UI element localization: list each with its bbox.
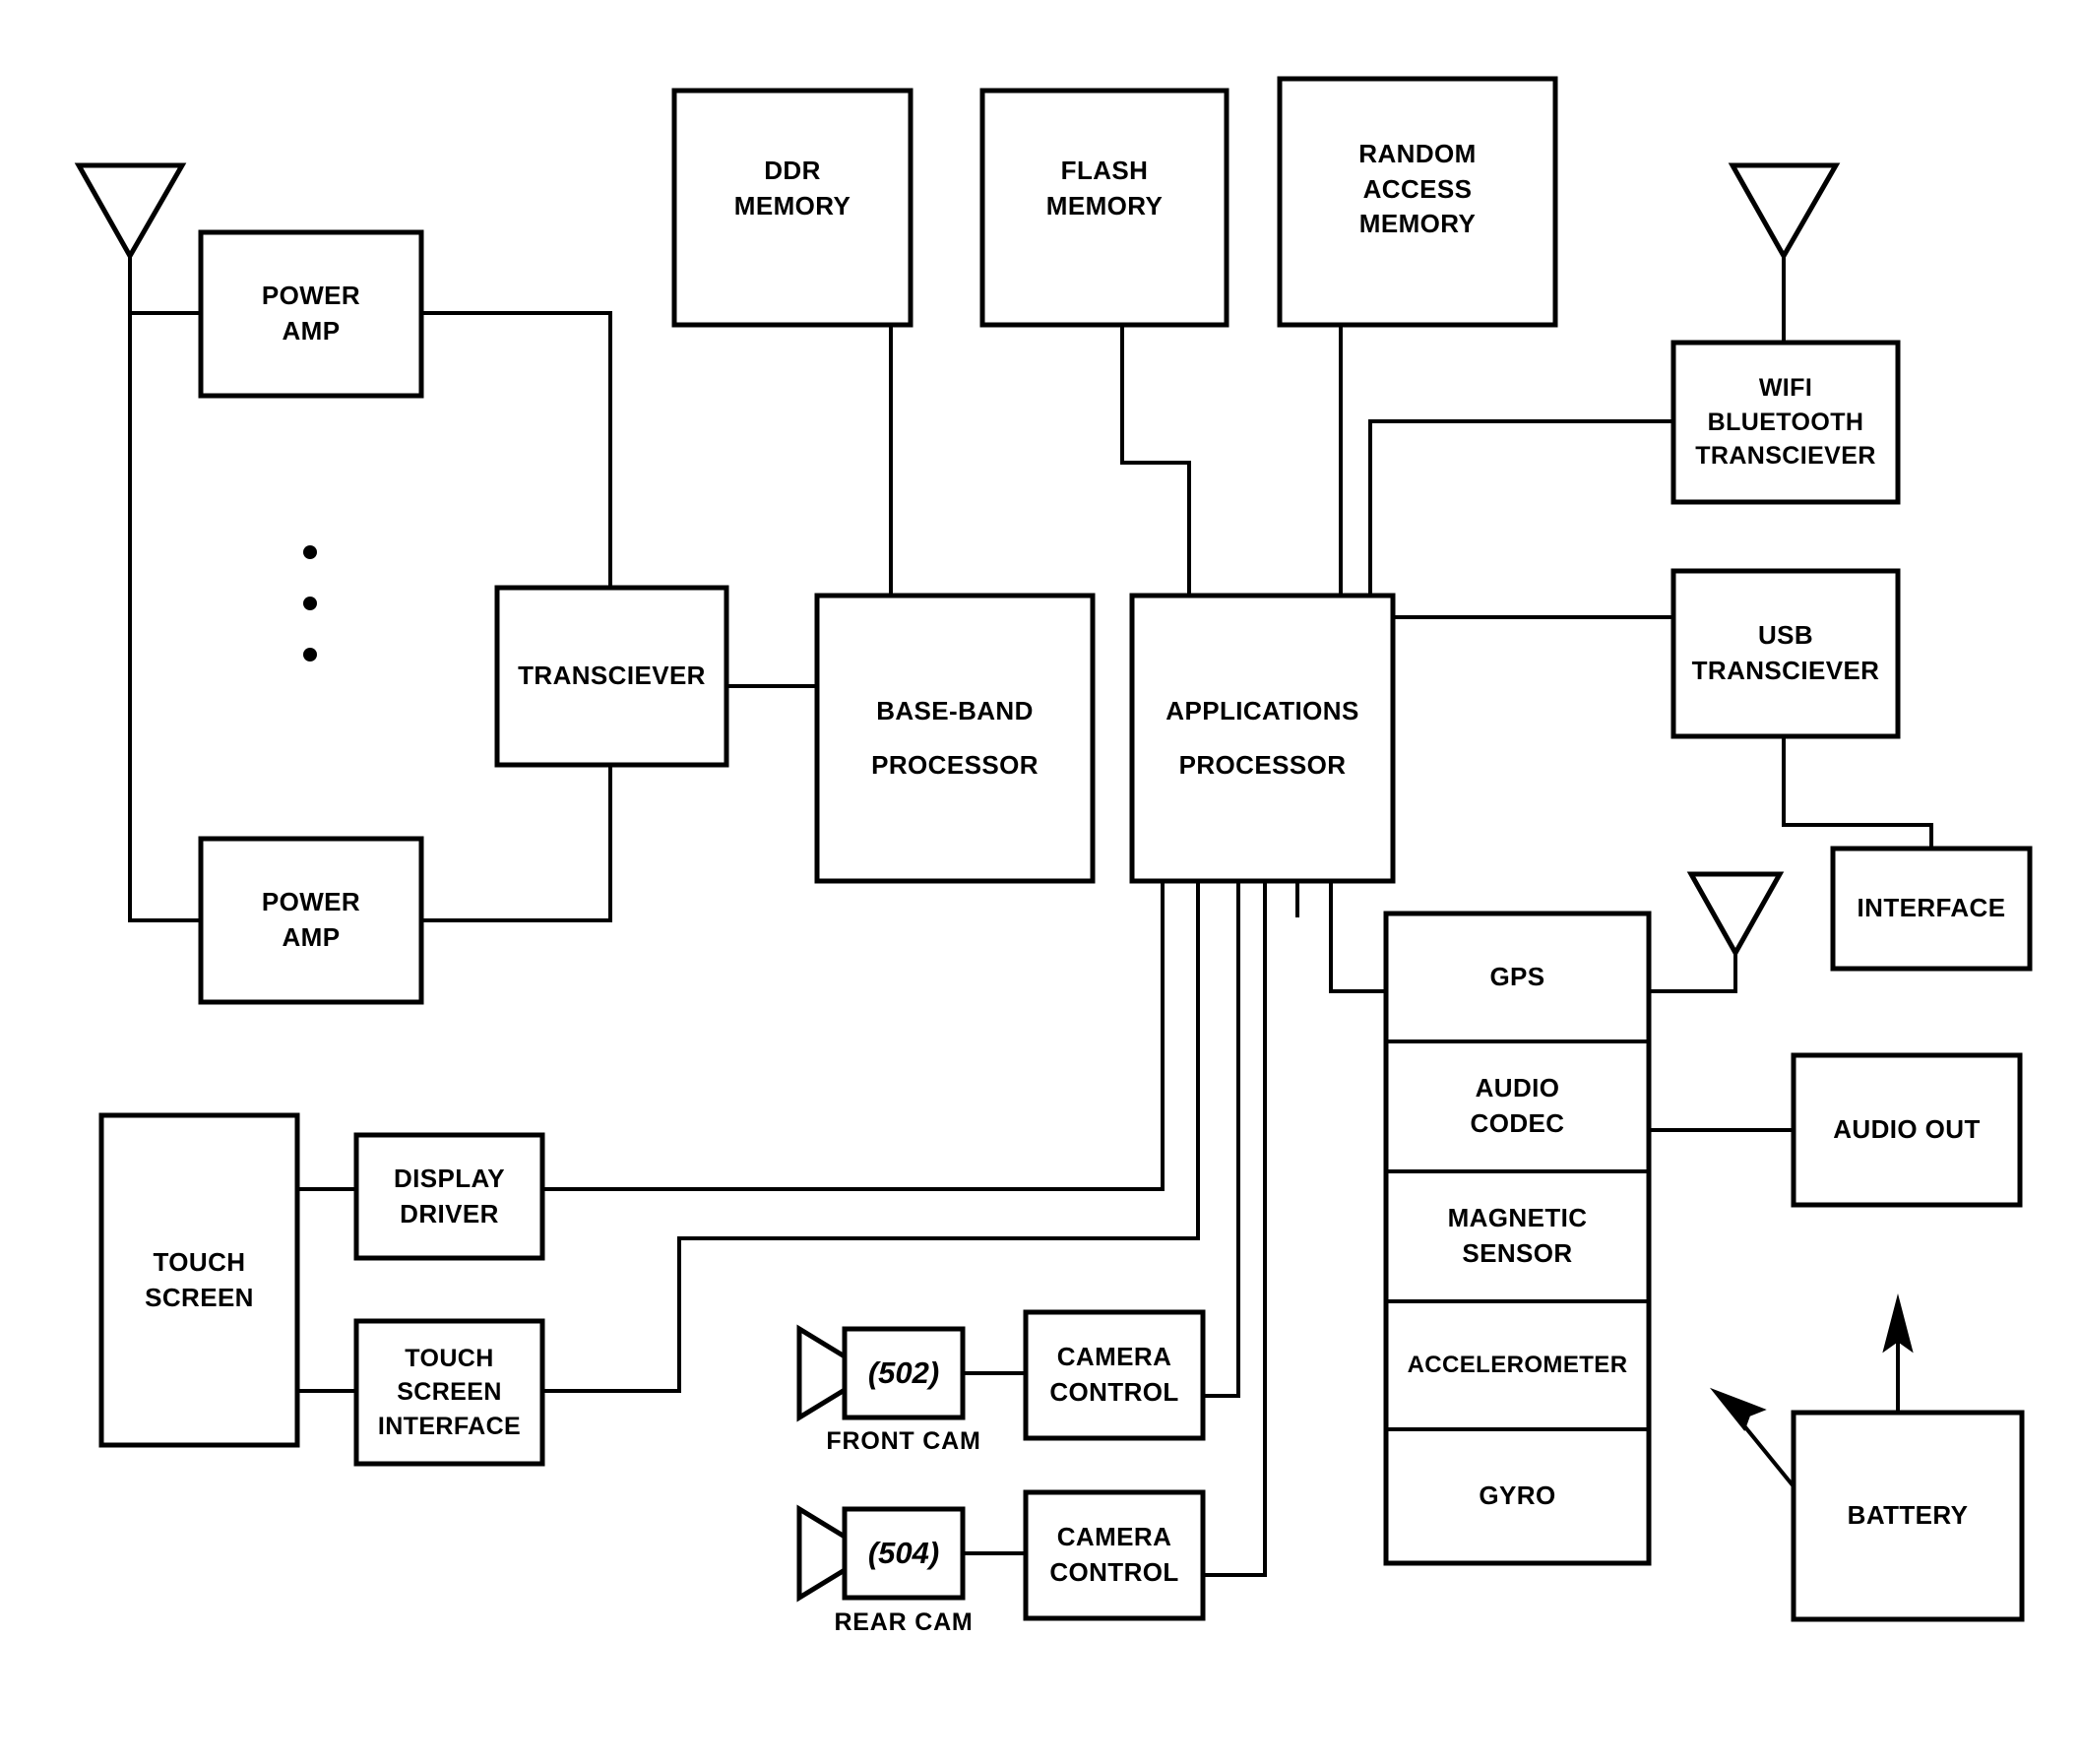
box-applications-processor[interactable] <box>1129 593 1396 884</box>
box-power-amp-bottom[interactable] <box>198 836 424 1005</box>
box-usb-transceiver[interactable] <box>1670 568 1901 739</box>
box-flash-memory[interactable] <box>979 88 1229 328</box>
box-display-driver[interactable] <box>353 1132 545 1261</box>
box-ddr-memory[interactable] <box>671 88 914 328</box>
box-battery[interactable] <box>1791 1410 2025 1622</box>
box-power-amp-top[interactable] <box>198 229 424 399</box>
box-front-cam[interactable] <box>842 1326 966 1420</box>
box-transceiver[interactable] <box>494 585 729 768</box>
box-wifi-bluetooth-transceiver[interactable] <box>1670 340 1901 505</box>
box-rear-cam[interactable] <box>842 1506 966 1601</box>
box-interface[interactable] <box>1830 846 2033 972</box>
box-baseband-processor[interactable] <box>814 593 1096 884</box>
box-rear-camera-control[interactable] <box>1023 1489 1206 1621</box>
block-diagram-canvas: POWER AMP POWER AMP TRANSCIEVER DDR MEMO… <box>0 0 2079 1764</box>
box-front-camera-control[interactable] <box>1023 1309 1206 1441</box>
box-sensor-stack <box>1383 911 1652 1566</box>
box-touch-screen-interface[interactable] <box>353 1318 545 1467</box>
box-audio-out[interactable] <box>1791 1052 2023 1208</box>
box-layer <box>98 76 2033 1622</box>
box-random-access-memory[interactable] <box>1277 76 1558 328</box>
box-touch-screen[interactable] <box>98 1112 300 1448</box>
